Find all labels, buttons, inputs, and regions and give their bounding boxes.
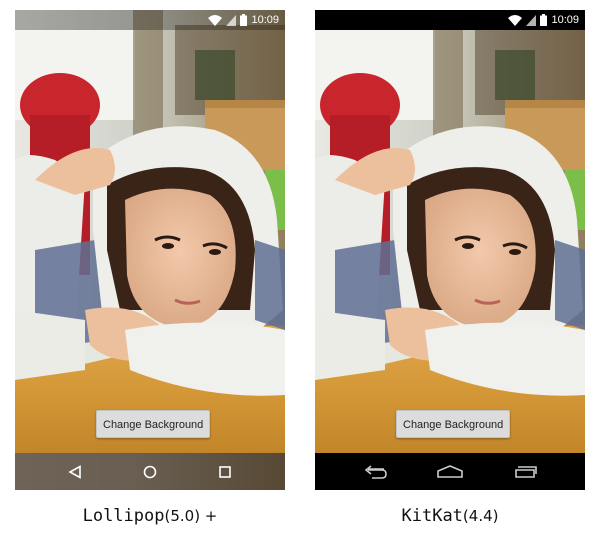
recents-square-icon	[219, 465, 231, 478]
back-arrow-icon	[364, 464, 387, 479]
home-house-icon	[437, 464, 463, 478]
caption-kitkat: KitKat(4.4)	[315, 506, 585, 526]
battery-icon	[540, 14, 548, 26]
recents-stack-icon	[515, 465, 537, 478]
caption-version: (5.0) +	[164, 507, 218, 525]
back-button[interactable]	[355, 453, 395, 490]
signal-icon	[526, 14, 537, 26]
status-bar: 10:09	[15, 10, 285, 30]
status-time: 10:09	[551, 14, 579, 26]
caption-version: (4.4)	[462, 507, 499, 525]
status-time: 10:09	[251, 14, 279, 26]
wifi-icon	[208, 14, 223, 26]
navigation-bar	[15, 453, 285, 490]
home-circle-icon	[143, 465, 157, 478]
back-button[interactable]	[55, 453, 95, 490]
recents-button[interactable]	[505, 453, 545, 490]
caption-name: Lollipop	[82, 506, 165, 526]
caption-name: KitKat	[401, 506, 463, 526]
status-bar: 10:09	[315, 10, 585, 30]
home-button[interactable]	[130, 453, 170, 490]
navigation-bar	[315, 453, 585, 490]
change-background-button[interactable]: Change Background	[96, 410, 211, 438]
signal-icon	[226, 14, 237, 26]
change-background-button[interactable]: Change Background	[396, 410, 511, 438]
lollipop-phone-screen: 10:09 Change Background	[15, 10, 285, 490]
wifi-icon	[508, 14, 523, 26]
caption-lollipop: Lollipop(5.0) +	[15, 506, 285, 526]
recents-button[interactable]	[205, 453, 245, 490]
battery-icon	[240, 14, 248, 26]
home-button[interactable]	[430, 453, 470, 490]
kitkat-phone-screen: 10:09 Change Background	[315, 10, 585, 490]
back-triangle-icon	[68, 464, 81, 479]
